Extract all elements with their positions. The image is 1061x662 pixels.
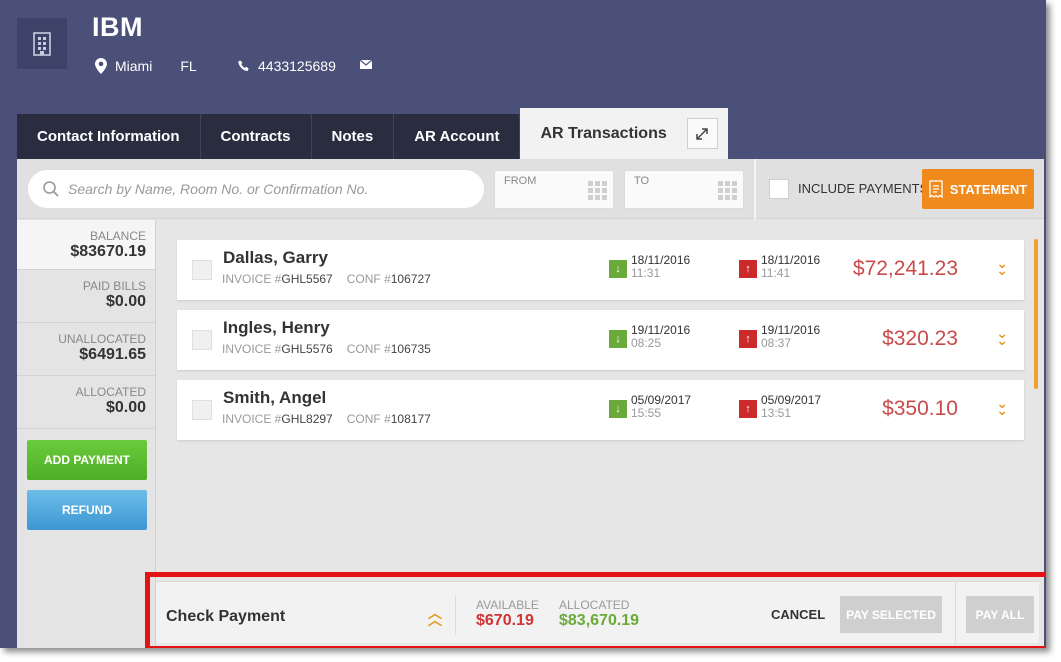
transaction-row[interactable]: Dallas, Garry INVOICE #GHL5567 CONF #1067… (177, 240, 1024, 300)
row-checkbox[interactable] (192, 330, 212, 350)
arrow-down-icon: ↓ (609, 400, 627, 418)
transaction-amount: $72,241.23 (852, 257, 958, 280)
check-in-datetime: ↓ 19/11/2016 08:25 (609, 324, 690, 350)
company-name: IBM (92, 12, 143, 42)
company-location: Miami FL (95, 58, 197, 74)
check-payment-title: Check Payment (166, 608, 286, 625)
transaction-row[interactable]: Smith, Angel INVOICE #GHL8297 CONF #10817… (177, 380, 1024, 440)
cancel-button[interactable]: CANCEL (771, 607, 825, 622)
filter-divider (754, 159, 756, 219)
guest-name: Dallas, Garry (223, 248, 328, 267)
tab-contracts[interactable]: Contracts (200, 114, 312, 159)
expand-icon (696, 127, 708, 140)
search-icon (43, 181, 59, 197)
phone-icon (238, 60, 249, 71)
account-summary-sidebar: BALANCE $83670.19 PAID BILLS $0.00 UNALL… (17, 220, 156, 648)
add-payment-button[interactable]: ADD PAYMENT (27, 440, 147, 480)
expand-button[interactable] (686, 118, 718, 149)
phone-number: 4433125689 (258, 58, 336, 74)
company-state: FL (180, 58, 197, 74)
scrollbar[interactable] (1034, 239, 1038, 389)
transaction-refs: INVOICE #GHL5567 CONF #106727 (222, 272, 431, 286)
row-checkbox[interactable] (192, 260, 212, 280)
balance-stat: BALANCE $83670.19 (17, 220, 155, 270)
chevron-down-icon[interactable]: ⌄ ⌄ (996, 256, 1008, 277)
arrow-down-icon: ↓ (609, 330, 627, 348)
receipt-icon (929, 180, 943, 198)
from-date-label: FROM (504, 175, 537, 187)
map-pin-icon (95, 58, 107, 74)
transaction-list: Dallas, Garry INVOICE #GHL5567 CONF #1067… (177, 240, 1024, 450)
company-phone[interactable]: 4433125689 (238, 58, 336, 74)
pay-selected-button[interactable]: PAY SELECTED (840, 596, 942, 633)
building-icon (17, 18, 67, 69)
include-payments-label: INCLUDE PAYMENTS (798, 181, 929, 196)
to-date-field[interactable]: TO (624, 170, 744, 209)
check-out-datetime: ↑ 18/11/2016 11:41 (739, 254, 820, 280)
arrow-down-icon: ↓ (609, 260, 627, 278)
pay-all-button[interactable]: PAY ALL (966, 596, 1034, 633)
transaction-refs: INVOICE #GHL8297 CONF #108177 (222, 412, 431, 426)
arrow-up-icon: ↑ (739, 400, 757, 418)
search-box (28, 170, 484, 208)
guest-name: Smith, Angel (223, 388, 327, 407)
row-checkbox[interactable] (192, 400, 212, 420)
check-out-datetime: ↑ 05/09/2017 13:51 (739, 394, 821, 420)
allocated-amount: ALLOCATED $83,670.19 (559, 598, 640, 629)
calendar-grid-icon[interactable] (588, 181, 608, 201)
payment-divider (455, 595, 456, 635)
transaction-refs: INVOICE #GHL5576 CONF #106735 (222, 342, 431, 356)
chevron-up-icon[interactable]: ︿ ︿ (428, 606, 442, 627)
from-date-field[interactable]: FROM (494, 170, 614, 209)
email-button[interactable] (360, 60, 372, 69)
check-in-datetime: ↓ 18/11/2016 11:31 (609, 254, 690, 280)
company-city: Miami (115, 58, 153, 74)
allocated-stat: ALLOCATED $0.00 (17, 376, 155, 429)
app-window: IBM Miami FL 4433125689 Contact Informat… (0, 0, 1046, 648)
include-payments-checkbox[interactable] (769, 179, 789, 199)
guest-name: Ingles, Henry (223, 318, 330, 337)
paid-bills-stat: PAID BILLS $0.00 (17, 270, 155, 323)
chevron-down-icon[interactable]: ⌄ ⌄ (996, 396, 1008, 417)
payment-divider (955, 582, 956, 644)
filter-bar: FROM TO INCLUDE PAYMENTS STATEMENT (17, 159, 1044, 219)
tab-notes[interactable]: Notes (311, 114, 395, 159)
transaction-row[interactable]: Ingles, Henry INVOICE #GHL5576 CONF #1067… (177, 310, 1024, 370)
tab-ar-transactions[interactable]: AR Transactions (520, 108, 728, 159)
available-amount: AVAILABLE $670.19 (476, 598, 539, 629)
transaction-amount: $320.23 (882, 327, 958, 350)
check-in-datetime: ↓ 05/09/2017 15:55 (609, 394, 691, 420)
transaction-amount: $350.10 (882, 397, 958, 420)
chevron-down-icon[interactable]: ⌄ ⌄ (996, 326, 1008, 347)
tab-bar: Contact Information Contracts Notes AR A… (17, 108, 728, 159)
search-input[interactable] (68, 181, 468, 197)
refund-button[interactable]: REFUND (27, 490, 147, 530)
check-payment-bar: Check Payment ︿ ︿ AVAILABLE $670.19 ALLOC… (156, 581, 1039, 644)
arrow-up-icon: ↑ (739, 330, 757, 348)
check-out-datetime: ↑ 19/11/2016 08:37 (739, 324, 820, 350)
statement-button[interactable]: STATEMENT (922, 169, 1034, 209)
tab-ar-account[interactable]: AR Account (394, 114, 521, 159)
calendar-grid-icon[interactable] (718, 181, 738, 201)
envelope-icon (360, 60, 372, 69)
to-date-label: TO (634, 175, 650, 187)
arrow-up-icon: ↑ (739, 260, 757, 278)
tab-contact-information[interactable]: Contact Information (17, 114, 201, 159)
unallocated-stat: UNALLOCATED $6491.65 (17, 323, 155, 376)
